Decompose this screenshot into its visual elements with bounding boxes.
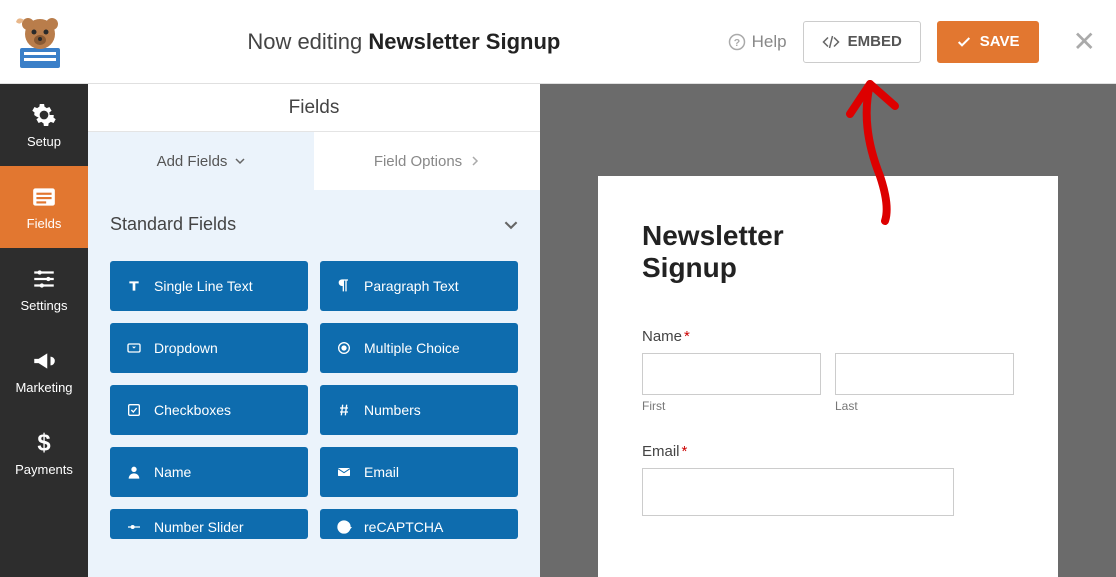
text-icon bbox=[126, 278, 142, 294]
form-title: Newsletter Signup bbox=[642, 220, 842, 284]
sidebar-item-marketing[interactable]: Marketing bbox=[0, 330, 88, 412]
field-paragraph-text[interactable]: Paragraph Text bbox=[320, 261, 518, 311]
paragraph-icon bbox=[336, 278, 352, 294]
tab-field-options[interactable]: Field Options bbox=[314, 132, 540, 190]
field-numbers[interactable]: Numbers bbox=[320, 385, 518, 435]
first-name-input[interactable] bbox=[642, 353, 821, 395]
envelope-icon bbox=[336, 464, 352, 480]
email-input[interactable] bbox=[642, 468, 954, 516]
sidebar-item-fields[interactable]: Fields bbox=[0, 166, 88, 248]
gear-icon bbox=[31, 102, 57, 128]
app-logo bbox=[10, 12, 70, 72]
field-single-line-text[interactable]: Single Line Text bbox=[110, 261, 308, 311]
email-label: Email* bbox=[642, 443, 1014, 460]
code-icon bbox=[822, 33, 840, 51]
checkbox-icon bbox=[126, 402, 142, 418]
svg-text:?: ? bbox=[733, 36, 739, 48]
field-checkboxes[interactable]: Checkboxes bbox=[110, 385, 308, 435]
user-icon bbox=[126, 464, 142, 480]
first-sublabel: First bbox=[642, 399, 821, 413]
sidebar-label: Payments bbox=[15, 462, 73, 477]
sidebar-item-payments[interactable]: $ Payments bbox=[0, 412, 88, 494]
slider-icon bbox=[126, 519, 142, 535]
sidebar: Setup Fields Settings Marketing $ Paymen… bbox=[0, 84, 88, 577]
sidebar-label: Setup bbox=[27, 134, 61, 149]
dollar-icon: $ bbox=[31, 430, 57, 456]
editing-label: Now editing Newsletter Signup bbox=[80, 29, 728, 55]
help-link[interactable]: ? Help bbox=[728, 32, 787, 52]
svg-text:$: $ bbox=[37, 430, 50, 456]
close-button[interactable]: ✕ bbox=[1073, 25, 1096, 58]
field-email[interactable]: Email bbox=[320, 447, 518, 497]
field-dropdown[interactable]: Dropdown bbox=[110, 323, 308, 373]
save-button[interactable]: SAVE bbox=[937, 21, 1039, 63]
field-group-header[interactable]: Standard Fields bbox=[110, 214, 518, 235]
chevron-down-icon bbox=[235, 156, 245, 166]
recaptcha-icon bbox=[336, 519, 352, 535]
field-recaptcha[interactable]: reCAPTCHA bbox=[320, 509, 518, 539]
name-label: Name* bbox=[642, 328, 1014, 345]
field-name[interactable]: Name bbox=[110, 447, 308, 497]
radio-icon bbox=[336, 340, 352, 356]
dropdown-icon bbox=[126, 340, 142, 356]
field-multiple-choice[interactable]: Multiple Choice bbox=[320, 323, 518, 373]
sliders-icon bbox=[31, 266, 57, 292]
chevron-down-icon bbox=[504, 218, 518, 232]
sidebar-label: Marketing bbox=[15, 380, 72, 395]
embed-button[interactable]: EMBED bbox=[803, 21, 921, 63]
sidebar-item-setup[interactable]: Setup bbox=[0, 84, 88, 166]
sidebar-label: Fields bbox=[27, 216, 62, 231]
field-number-slider[interactable]: Number Slider bbox=[110, 509, 308, 539]
tab-add-fields[interactable]: Add Fields bbox=[88, 132, 314, 190]
list-icon bbox=[31, 184, 57, 210]
last-name-input[interactable] bbox=[835, 353, 1014, 395]
last-sublabel: Last bbox=[835, 399, 1014, 413]
check-icon bbox=[956, 34, 972, 50]
sidebar-label: Settings bbox=[21, 298, 68, 313]
panel-title: Fields bbox=[88, 84, 540, 132]
sidebar-item-settings[interactable]: Settings bbox=[0, 248, 88, 330]
form-preview[interactable]: Newsletter Signup Name* First Last Email… bbox=[598, 176, 1058, 577]
help-icon: ? bbox=[728, 33, 746, 51]
hash-icon bbox=[336, 402, 352, 418]
bullhorn-icon bbox=[31, 348, 57, 374]
chevron-right-icon bbox=[470, 156, 480, 166]
preview-area: Newsletter Signup Name* First Last Email… bbox=[540, 84, 1116, 577]
